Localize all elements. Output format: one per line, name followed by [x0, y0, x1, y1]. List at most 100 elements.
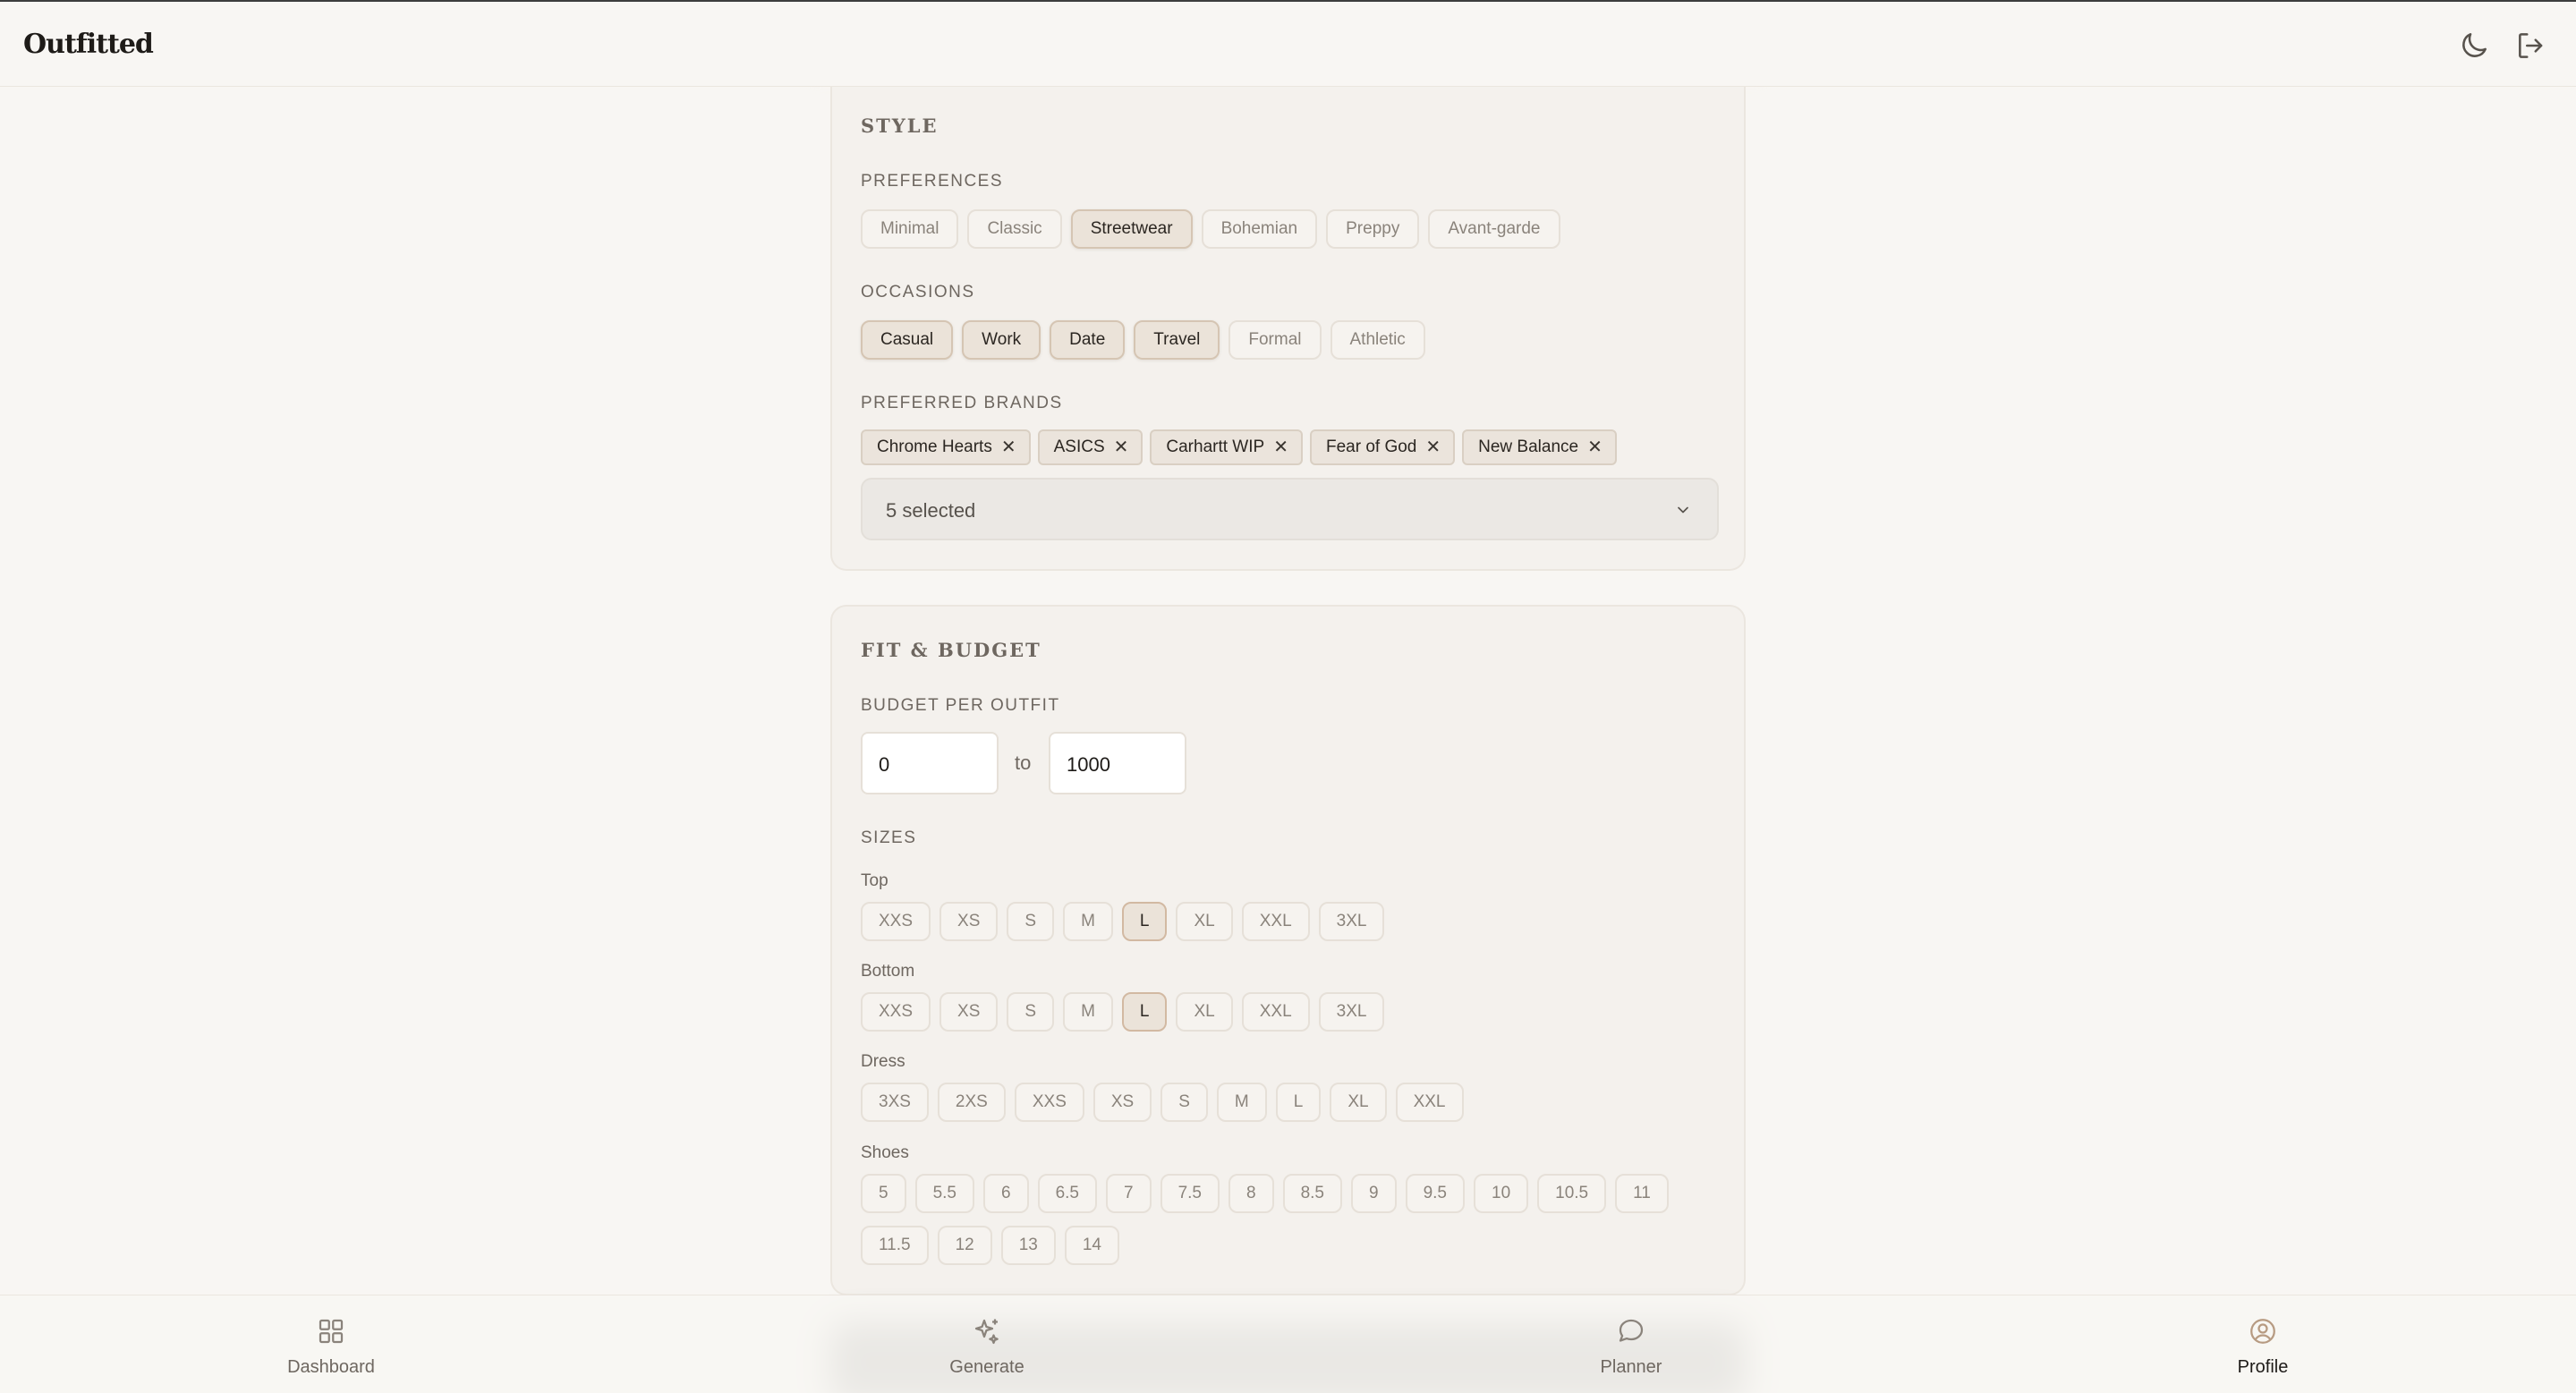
preference-chip-streetwear[interactable]: Streetwear: [1070, 209, 1193, 249]
shoe-size-option[interactable]: 7.5: [1160, 1174, 1220, 1213]
preference-chip-bohemian[interactable]: Bohemian: [1201, 209, 1318, 249]
dress-size-option[interactable]: S: [1160, 1083, 1208, 1122]
grid-icon: [315, 1315, 347, 1352]
budget-label: BUDGET PER OUTFIT: [861, 696, 1060, 715]
shoe-size-option[interactable]: 6: [983, 1174, 1029, 1213]
nav-dashboard[interactable]: Dashboard: [259, 1315, 403, 1378]
shoe-size-option[interactable]: 7: [1106, 1174, 1152, 1213]
preferred-brands-label: PREFERRED BRANDS: [861, 394, 1063, 412]
shoe-size-option[interactable]: 11: [1615, 1174, 1669, 1213]
nav-dashboard-label: Dashboard: [287, 1357, 375, 1377]
remove-tag-icon[interactable]: ✕: [1273, 438, 1288, 456]
brand-tag-label: Carhartt WIP: [1166, 437, 1265, 456]
bottom-size-option[interactable]: XXS: [861, 992, 931, 1032]
shoe-size-option[interactable]: 5.5: [914, 1174, 974, 1213]
shoe-size-option[interactable]: 11.5: [861, 1226, 929, 1265]
nav-profile-label: Profile: [2237, 1357, 2289, 1377]
preference-chip-avant-garde[interactable]: Avant-garde: [1428, 209, 1560, 249]
preference-chip-classic[interactable]: Classic: [967, 209, 1062, 249]
preferences-options: Minimal Classic Streetwear Bohemian Preppy Av…: [861, 209, 1560, 249]
shoe-size-option[interactable]: 8: [1228, 1174, 1274, 1213]
shoe-size-option[interactable]: 10.5: [1537, 1174, 1607, 1213]
preference-chip-preppy[interactable]: Preppy: [1326, 209, 1420, 249]
bottom-size-option[interactable]: XL: [1176, 992, 1233, 1032]
brand-tag-label: New Balance: [1478, 437, 1579, 456]
shoes-size-label: Shoes: [861, 1143, 909, 1162]
selected-brands-list: Chrome Hearts ✕ ASICS ✕ Carhartt WIP ✕ Fear of…: [861, 429, 1617, 465]
occasion-chip-date[interactable]: Date: [1050, 320, 1126, 360]
bottom-size-option[interactable]: L: [1121, 992, 1168, 1032]
top-size-option[interactable]: 3XL: [1318, 902, 1385, 941]
app-logo[interactable]: Outfitted: [23, 29, 154, 60]
remove-tag-icon[interactable]: ✕: [1587, 438, 1603, 456]
dress-size-option[interactable]: XXS: [1014, 1083, 1084, 1122]
sparkle-icon: [971, 1315, 1003, 1352]
logout-icon[interactable]: [2514, 29, 2548, 63]
chat-bubble-icon: [1615, 1315, 1647, 1352]
shoe-size-option[interactable]: 10: [1474, 1174, 1529, 1213]
shoe-size-option[interactable]: 9: [1351, 1174, 1397, 1213]
moon-icon[interactable]: [2457, 29, 2491, 63]
shoe-size-option[interactable]: 8.5: [1282, 1174, 1342, 1213]
preference-chip-minimal[interactable]: Minimal: [861, 209, 959, 249]
brands-dropdown[interactable]: 5 selected: [861, 478, 1719, 540]
shoe-size-option[interactable]: 6.5: [1037, 1174, 1097, 1213]
preferences-label: PREFERENCES: [861, 172, 1004, 191]
chevron-down-icon: [1674, 501, 1692, 519]
remove-tag-icon[interactable]: ✕: [1114, 438, 1129, 456]
dress-size-option[interactable]: L: [1275, 1083, 1322, 1122]
occasion-chip-formal[interactable]: Formal: [1228, 320, 1322, 360]
budget-min-input[interactable]: 0: [861, 732, 999, 794]
occasion-chip-travel[interactable]: Travel: [1134, 320, 1220, 360]
shoe-size-option[interactable]: 12: [937, 1226, 992, 1265]
shoe-size-option[interactable]: 13: [1000, 1226, 1056, 1265]
nav-planner[interactable]: Planner: [1560, 1315, 1703, 1378]
brand-tag: ASICS ✕: [1037, 429, 1143, 465]
bottom-size-option[interactable]: S: [1007, 992, 1055, 1032]
nav-generate-label: Generate: [949, 1357, 1024, 1377]
dress-size-label: Dress: [861, 1052, 905, 1071]
dress-size-options: 3XS 2XS XXS XS S M L XL XXL: [861, 1083, 1464, 1122]
remove-tag-icon[interactable]: ✕: [1001, 438, 1016, 456]
shoes-size-options: 5 5.5 6 6.5 7 7.5 8 8.5 9 9.5 10 10.5 11: [861, 1174, 1669, 1213]
top-size-option[interactable]: S: [1007, 902, 1055, 941]
bottom-size-option[interactable]: XS: [939, 992, 999, 1032]
top-size-option[interactable]: XXL: [1241, 902, 1310, 941]
dress-size-option[interactable]: XL: [1330, 1083, 1387, 1122]
dress-size-option[interactable]: 3XS: [861, 1083, 929, 1122]
top-size-option[interactable]: XL: [1176, 902, 1233, 941]
dress-size-option[interactable]: M: [1216, 1083, 1267, 1122]
brand-tag: Chrome Hearts ✕: [861, 429, 1031, 465]
occasions-label: OCCASIONS: [861, 283, 975, 302]
nav-generate[interactable]: Generate: [915, 1315, 1058, 1378]
dress-size-option[interactable]: XXL: [1395, 1083, 1464, 1122]
brand-tag: New Balance ✕: [1462, 429, 1617, 465]
brands-dropdown-value: 5 selected: [886, 499, 976, 522]
shoe-size-option[interactable]: 9.5: [1405, 1174, 1465, 1213]
top-size-label: Top: [861, 871, 888, 890]
bottom-size-option[interactable]: 3XL: [1318, 992, 1385, 1032]
top-size-option[interactable]: XS: [939, 902, 999, 941]
occasion-chip-casual[interactable]: Casual: [861, 320, 954, 360]
top-size-option[interactable]: L: [1121, 902, 1168, 941]
dress-size-option[interactable]: 2XS: [937, 1083, 1006, 1122]
top-size-options: XXS XS S M L XL XXL 3XL: [861, 902, 1385, 941]
bottom-size-option[interactable]: M: [1063, 992, 1113, 1032]
brand-tag-label: ASICS: [1053, 437, 1105, 456]
remove-tag-icon[interactable]: ✕: [1425, 438, 1441, 456]
bottom-size-options: XXS XS S M L XL XXL 3XL: [861, 992, 1385, 1032]
occasion-chip-athletic[interactable]: Athletic: [1330, 320, 1425, 360]
occasions-options: Casual Work Date Travel Formal Athletic: [861, 320, 1425, 360]
dress-size-option[interactable]: XS: [1092, 1083, 1152, 1122]
nav-profile[interactable]: Profile: [2191, 1315, 2334, 1378]
top-size-option[interactable]: M: [1063, 902, 1113, 941]
shoe-size-option[interactable]: 5: [861, 1174, 906, 1213]
top-size-option[interactable]: XXS: [861, 902, 931, 941]
shoe-size-option[interactable]: 14: [1064, 1226, 1119, 1265]
occasion-chip-work[interactable]: Work: [962, 320, 1041, 360]
nav-planner-label: Planner: [1600, 1357, 1662, 1377]
bottom-size-label: Bottom: [861, 962, 915, 981]
shoes-size-options-more: 11.5 12 13 14: [861, 1226, 1119, 1265]
bottom-size-option[interactable]: XXL: [1241, 992, 1310, 1032]
budget-max-input[interactable]: 1000: [1049, 732, 1186, 794]
